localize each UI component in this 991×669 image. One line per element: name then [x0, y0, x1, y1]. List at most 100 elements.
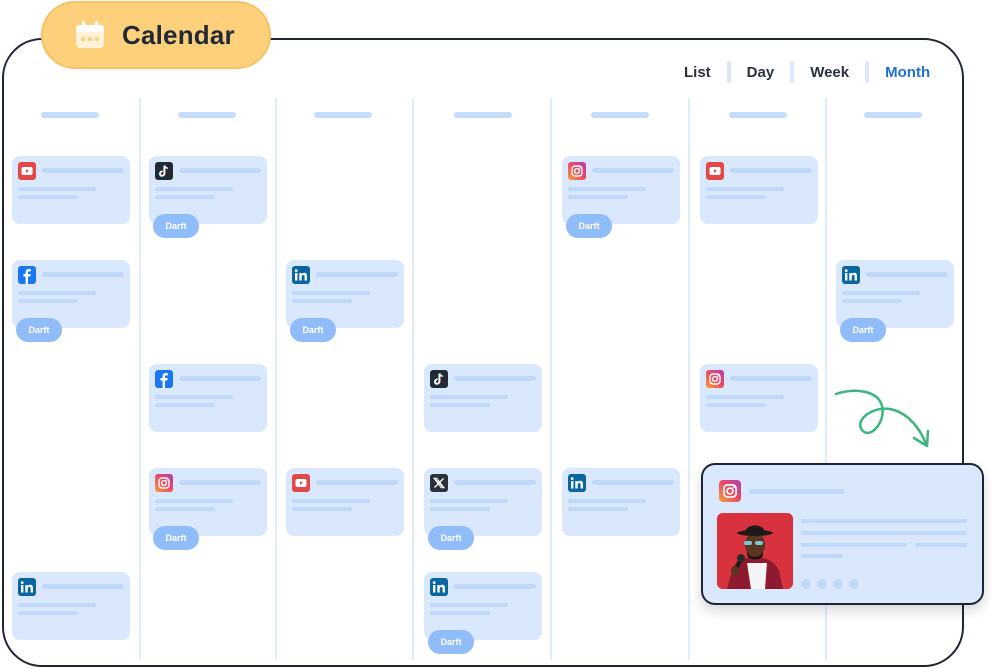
title-placeholder	[179, 480, 261, 485]
post-card-tiktok[interactable]	[424, 364, 542, 432]
tab-divider	[865, 61, 870, 83]
post-card-facebook[interactable]	[149, 364, 267, 432]
calendar-icon	[75, 21, 105, 49]
text-placeholder	[706, 187, 784, 191]
day-header-placeholder	[729, 112, 787, 118]
title-placeholder	[42, 272, 124, 277]
youtube-icon	[706, 162, 724, 180]
text-placeholder	[18, 195, 78, 199]
text-placeholder	[801, 543, 907, 547]
text-placeholder	[155, 403, 215, 407]
featured-post-preview[interactable]	[701, 463, 984, 605]
youtube-icon	[18, 162, 36, 180]
tiktok-icon	[430, 370, 448, 388]
youtube-icon	[292, 474, 310, 492]
title-placeholder	[179, 376, 261, 381]
text-placeholder	[801, 554, 843, 558]
column-divider	[550, 98, 552, 660]
text-placeholder	[568, 187, 646, 191]
text-placeholder	[430, 403, 490, 407]
title-placeholder	[316, 272, 398, 277]
title-placeholder	[749, 489, 845, 494]
title-placeholder	[592, 168, 674, 173]
day-header-placeholder	[454, 112, 512, 118]
post-card-linkedin[interactable]	[562, 468, 680, 536]
text-placeholder	[18, 187, 96, 191]
text-placeholder	[18, 603, 96, 607]
post-card-linkedin[interactable]	[12, 572, 130, 640]
instagram-icon	[719, 480, 741, 502]
text-placeholder	[292, 507, 352, 511]
tab-list[interactable]: List	[672, 64, 723, 81]
text-placeholder	[155, 187, 233, 191]
draft-status-badge: Darft	[16, 318, 62, 342]
text-placeholder	[706, 395, 784, 399]
day-header-placeholder	[178, 112, 236, 118]
text-placeholder	[915, 543, 967, 547]
column-divider	[139, 98, 141, 660]
title-placeholder	[454, 584, 536, 589]
carousel-dot[interactable]	[801, 579, 811, 589]
title-placeholder	[730, 168, 812, 173]
linkedin-icon	[568, 474, 586, 492]
title-placeholder	[42, 584, 124, 589]
text-placeholder	[18, 291, 96, 295]
day-header-placeholder	[41, 112, 99, 118]
tab-month[interactable]: Month	[873, 64, 942, 81]
text-placeholder	[706, 403, 766, 407]
text-placeholder	[155, 395, 233, 399]
text-placeholder	[430, 603, 508, 607]
tiktok-icon	[155, 162, 173, 180]
text-placeholder	[155, 507, 215, 511]
singer-with-microphone-photo	[717, 513, 793, 589]
title-placeholder	[42, 168, 124, 173]
text-placeholder	[842, 299, 902, 303]
text-placeholder	[842, 291, 920, 295]
carousel-dot[interactable]	[817, 579, 827, 589]
instagram-icon	[568, 162, 586, 180]
title-placeholder	[592, 480, 674, 485]
title-placeholder	[316, 480, 398, 485]
curved-arrow-icon	[834, 389, 930, 448]
linkedin-icon	[842, 266, 860, 284]
text-placeholder	[292, 499, 370, 503]
page-title: Calendar	[122, 19, 235, 50]
linkedin-icon	[18, 578, 36, 596]
post-card-youtube[interactable]	[286, 468, 404, 536]
title-placeholder	[730, 376, 812, 381]
post-card-instagram[interactable]	[700, 364, 818, 432]
draft-status-badge: Darft	[840, 318, 886, 342]
text-placeholder	[18, 611, 78, 615]
text-placeholder	[155, 195, 215, 199]
text-placeholder	[292, 299, 352, 303]
facebook-icon	[18, 266, 36, 284]
text-placeholder	[430, 499, 508, 503]
facebook-icon	[155, 370, 173, 388]
column-divider	[688, 98, 690, 660]
post-card-youtube[interactable]	[700, 156, 818, 224]
title-placeholder	[454, 480, 536, 485]
text-placeholder	[568, 195, 628, 199]
draft-status-badge: Darft	[428, 630, 474, 654]
title-placeholder	[454, 376, 536, 381]
title-placeholder	[866, 272, 948, 277]
draft-status-badge: Darft	[153, 526, 199, 550]
text-placeholder	[801, 519, 967, 523]
carousel-dot[interactable]	[833, 579, 843, 589]
post-card-youtube[interactable]	[12, 156, 130, 224]
text-placeholder	[568, 507, 628, 511]
column-divider	[275, 98, 277, 660]
linkedin-icon	[292, 266, 310, 284]
tab-divider	[726, 61, 731, 83]
tab-week[interactable]: Week	[798, 64, 861, 81]
text-placeholder	[430, 611, 490, 615]
day-header-placeholder	[864, 112, 922, 118]
text-placeholder	[430, 395, 508, 399]
linkedin-icon	[430, 578, 448, 596]
carousel-dot[interactable]	[849, 579, 859, 589]
text-placeholder	[801, 531, 967, 535]
draft-status-badge: Darft	[428, 526, 474, 550]
tab-day[interactable]: Day	[735, 64, 787, 81]
day-header-placeholder	[591, 112, 649, 118]
text-placeholder	[155, 499, 233, 503]
